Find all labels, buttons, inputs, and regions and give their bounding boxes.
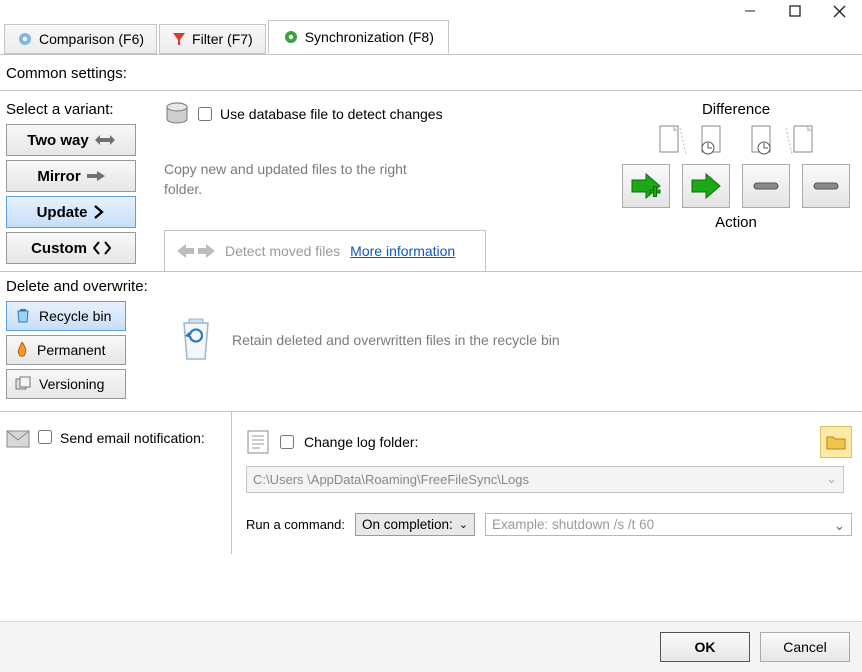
action-copy-right-create[interactable] [622, 164, 670, 208]
doc-right-only-icon [784, 124, 814, 158]
tab-label: Filter (F7) [192, 31, 253, 47]
delete-recycle-bin[interactable]: Recycle bin [6, 301, 126, 331]
variant-two-way[interactable]: Two way [6, 124, 136, 156]
send-email-checkbox[interactable] [38, 430, 52, 444]
variant-description: Copy new and updated files to the right … [164, 159, 424, 200]
run-when-select[interactable]: On completion: ⌄ [355, 513, 475, 536]
variant-update[interactable]: Update [6, 196, 136, 228]
detect-moved-panel: Detect moved files More information [164, 230, 486, 271]
select-variant-label: Select a variant: [6, 101, 146, 118]
variant-mirror[interactable]: Mirror [6, 160, 136, 192]
tab-comparison[interactable]: Comparison (F6) [4, 24, 157, 54]
doc-newer-left-icon [700, 124, 730, 158]
tab-filter[interactable]: Filter (F7) [159, 24, 266, 54]
difference-categories [616, 124, 856, 158]
ok-button[interactable]: OK [660, 632, 750, 662]
recycle-bin-icon [15, 308, 31, 324]
use-database-checkbox[interactable] [198, 107, 212, 121]
gear-blue-icon [17, 31, 33, 47]
action-label: Action [616, 214, 856, 231]
maximize-button[interactable] [772, 0, 817, 22]
variant-custom[interactable]: Custom [6, 232, 136, 264]
tab-label: Comparison (F6) [39, 31, 144, 47]
database-icon [164, 101, 190, 127]
section-delete-overwrite: Delete and overwrite: [0, 272, 862, 297]
window-titlebar [0, 0, 862, 22]
flame-icon [15, 342, 29, 358]
log-folder-path[interactable]: C:\Users \AppData\Roaming\FreeFileSync\L… [246, 466, 844, 493]
difference-label: Difference [616, 101, 856, 118]
dialog-button-bar: OK Cancel [0, 621, 862, 672]
left-right-grey-arrows-icon [177, 241, 215, 261]
two-way-arrow-icon [95, 134, 115, 146]
cancel-button[interactable]: Cancel [760, 632, 850, 662]
diamond-brackets-icon [93, 241, 111, 255]
more-information-link[interactable]: More information [350, 243, 455, 259]
right-arrow-icon [87, 170, 105, 182]
run-command-input[interactable]: Example: shutdown /s /t 60 [485, 513, 852, 536]
change-log-folder-label: Change log folder: [304, 434, 418, 450]
tab-synchronization[interactable]: Synchronization (F8) [268, 20, 449, 54]
funnel-icon [172, 32, 186, 46]
close-button[interactable] [817, 0, 862, 22]
doc-newer-right-icon [742, 124, 772, 158]
envelope-icon [6, 430, 30, 448]
chevron-down-icon: ⌄ [459, 518, 468, 531]
detect-moved-label: Detect moved files [225, 243, 340, 259]
minimize-button[interactable] [727, 0, 772, 22]
action-copy-right-update[interactable] [682, 164, 730, 208]
doc-left-only-icon [658, 124, 688, 158]
delete-versioning[interactable]: Versioning [6, 369, 126, 399]
versioning-icon [15, 376, 31, 392]
folder-icon [826, 434, 846, 450]
gear-green-icon [283, 29, 299, 45]
action-buttons-row [616, 164, 856, 208]
browse-log-folder-button[interactable] [820, 426, 852, 458]
recycle-bin-large-icon [176, 317, 216, 363]
action-do-nothing-left[interactable] [742, 164, 790, 208]
send-email-label: Send email notification: [60, 430, 205, 446]
log-file-icon [246, 429, 270, 455]
action-do-nothing-right[interactable] [802, 164, 850, 208]
use-database-label: Use database file to detect changes [220, 106, 443, 122]
run-command-label: Run a command: [246, 517, 345, 532]
delete-permanent[interactable]: Permanent [6, 335, 126, 365]
chevron-right-icon [93, 205, 105, 219]
tab-label: Synchronization (F8) [305, 29, 434, 45]
section-common-settings: Common settings: [0, 55, 862, 84]
delete-description: Retain deleted and overwritten files in … [232, 332, 560, 348]
tab-strip: Comparison (F6) Filter (F7) Synchronizat… [0, 22, 862, 55]
change-log-folder-checkbox[interactable] [280, 435, 294, 449]
